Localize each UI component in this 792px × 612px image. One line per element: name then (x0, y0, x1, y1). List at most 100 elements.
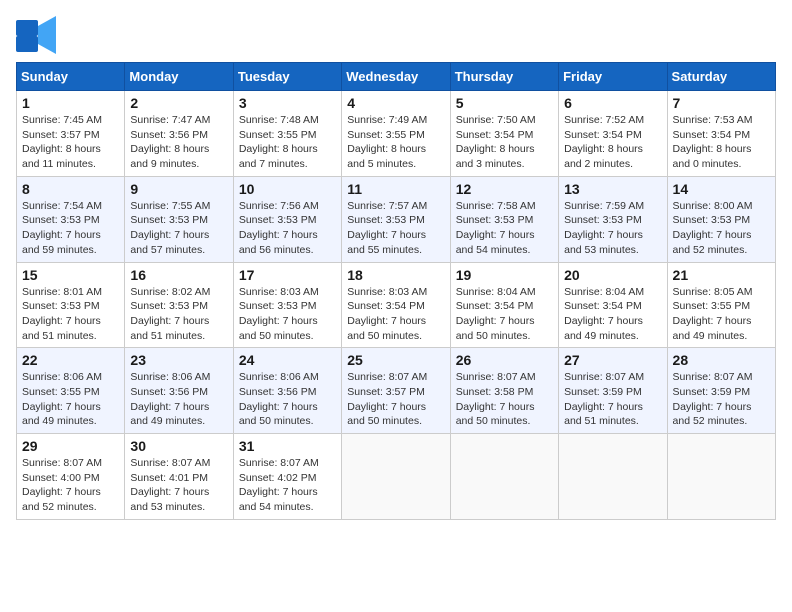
calendar-cell-16: 16 Sunrise: 8:02 AMSunset: 3:53 PMDayligh… (125, 262, 233, 348)
calendar-table: SundayMondayTuesdayWednesdayThursdayFrid… (16, 62, 776, 520)
day-number: 18 (347, 267, 444, 283)
logo (16, 16, 60, 54)
header (16, 16, 776, 54)
weekday-header-tuesday: Tuesday (233, 63, 341, 91)
day-number: 2 (130, 95, 227, 111)
cell-info: Sunrise: 8:07 AMSunset: 3:57 PMDaylight:… (347, 370, 444, 429)
cell-info: Sunrise: 8:07 AMSunset: 4:01 PMDaylight:… (130, 456, 227, 515)
weekday-header-friday: Friday (559, 63, 667, 91)
cell-info: Sunrise: 8:07 AMSunset: 3:59 PMDaylight:… (564, 370, 661, 429)
day-number: 13 (564, 181, 661, 197)
day-number: 29 (22, 438, 119, 454)
calendar-cell-28: 28 Sunrise: 8:07 AMSunset: 3:59 PMDayligh… (667, 348, 775, 434)
cell-info: Sunrise: 8:04 AMSunset: 3:54 PMDaylight:… (456, 285, 553, 344)
cell-info: Sunrise: 7:50 AMSunset: 3:54 PMDaylight:… (456, 113, 553, 172)
calendar-cell-3: 3 Sunrise: 7:48 AMSunset: 3:55 PMDaylight… (233, 91, 341, 177)
weekday-header-monday: Monday (125, 63, 233, 91)
empty-cell (667, 434, 775, 520)
cell-info: Sunrise: 8:07 AMSunset: 3:58 PMDaylight:… (456, 370, 553, 429)
calendar-cell-27: 27 Sunrise: 8:07 AMSunset: 3:59 PMDayligh… (559, 348, 667, 434)
calendar-cell-4: 4Sunrise: 7:49 AMSunset: 3:55 PMDaylight… (342, 91, 450, 177)
cell-info: Sunrise: 8:00 AMSunset: 3:53 PMDaylight:… (673, 199, 770, 258)
cell-info: Sunrise: 7:48 AMSunset: 3:55 PMDaylight:… (239, 113, 336, 172)
cell-info: Sunrise: 8:05 AMSunset: 3:55 PMDaylight:… (673, 285, 770, 344)
day-number: 5 (456, 95, 553, 111)
cell-info: Sunrise: 8:06 AMSunset: 3:55 PMDaylight:… (22, 370, 119, 429)
calendar-cell-19: 19 Sunrise: 8:04 AMSunset: 3:54 PMDayligh… (450, 262, 558, 348)
day-number: 7 (673, 95, 770, 111)
calendar-cell-8: 8 Sunrise: 7:54 AMSunset: 3:53 PMDaylight… (17, 176, 125, 262)
day-number: 15 (22, 267, 119, 283)
calendar-cell-24: 24 Sunrise: 8:06 AMSunset: 3:56 PMDayligh… (233, 348, 341, 434)
calendar-cell-25: 25 Sunrise: 8:07 AMSunset: 3:57 PMDayligh… (342, 348, 450, 434)
day-number: 26 (456, 352, 553, 368)
cell-info: Sunrise: 7:52 AMSunset: 3:54 PMDaylight:… (564, 113, 661, 172)
cell-info: Sunrise: 8:02 AMSunset: 3:53 PMDaylight:… (130, 285, 227, 344)
day-number: 12 (456, 181, 553, 197)
cell-info: Sunrise: 7:54 AMSunset: 3:53 PMDaylight:… (22, 199, 119, 258)
empty-cell (342, 434, 450, 520)
day-number: 9 (130, 181, 227, 197)
day-number: 25 (347, 352, 444, 368)
day-number: 19 (456, 267, 553, 283)
empty-cell (559, 434, 667, 520)
calendar-cell-6: 6 Sunrise: 7:52 AMSunset: 3:54 PMDaylight… (559, 91, 667, 177)
cell-info: Sunrise: 8:03 AMSunset: 3:53 PMDaylight:… (239, 285, 336, 344)
day-number: 16 (130, 267, 227, 283)
day-number: 21 (673, 267, 770, 283)
day-number: 8 (22, 181, 119, 197)
day-number: 4 (347, 95, 444, 111)
calendar-cell-7: 7 Sunrise: 7:53 AMSunset: 3:54 PMDaylight… (667, 91, 775, 177)
weekday-header-sunday: Sunday (17, 63, 125, 91)
calendar-cell-13: 13 Sunrise: 7:59 AMSunset: 3:53 PMDayligh… (559, 176, 667, 262)
weekday-header-saturday: Saturday (667, 63, 775, 91)
day-number: 6 (564, 95, 661, 111)
day-number: 10 (239, 181, 336, 197)
calendar-cell-23: 23 Sunrise: 8:06 AMSunset: 3:56 PMDayligh… (125, 348, 233, 434)
calendar-cell-18: 18 Sunrise: 8:03 AMSunset: 3:54 PMDayligh… (342, 262, 450, 348)
cell-info: Sunrise: 8:03 AMSunset: 3:54 PMDaylight:… (347, 285, 444, 344)
day-number: 1 (22, 95, 119, 111)
cell-info: Sunrise: 7:58 AMSunset: 3:53 PMDaylight:… (456, 199, 553, 258)
cell-info: Sunrise: 7:47 AMSunset: 3:56 PMDaylight:… (130, 113, 227, 172)
cell-info: Sunrise: 8:06 AMSunset: 3:56 PMDaylight:… (130, 370, 227, 429)
weekday-header-thursday: Thursday (450, 63, 558, 91)
calendar-cell-14: 14 Sunrise: 8:00 AMSunset: 3:53 PMDayligh… (667, 176, 775, 262)
cell-info: Sunrise: 8:06 AMSunset: 3:56 PMDaylight:… (239, 370, 336, 429)
calendar-cell-21: 21 Sunrise: 8:05 AMSunset: 3:55 PMDayligh… (667, 262, 775, 348)
day-number: 28 (673, 352, 770, 368)
day-number: 14 (673, 181, 770, 197)
cell-info: Sunrise: 7:57 AMSunset: 3:53 PMDaylight:… (347, 199, 444, 258)
calendar-cell-22: 22 Sunrise: 8:06 AMSunset: 3:55 PMDayligh… (17, 348, 125, 434)
day-number: 20 (564, 267, 661, 283)
calendar-cell-29: 29 Sunrise: 8:07 AMSunset: 4:00 PMDayligh… (17, 434, 125, 520)
cell-info: Sunrise: 7:56 AMSunset: 3:53 PMDaylight:… (239, 199, 336, 258)
empty-cell (450, 434, 558, 520)
day-number: 30 (130, 438, 227, 454)
day-number: 3 (239, 95, 336, 111)
weekday-header-wednesday: Wednesday (342, 63, 450, 91)
calendar-cell-12: 12 Sunrise: 7:58 AMSunset: 3:53 PMDayligh… (450, 176, 558, 262)
day-number: 27 (564, 352, 661, 368)
cell-info: Sunrise: 8:01 AMSunset: 3:53 PMDaylight:… (22, 285, 119, 344)
calendar-cell-5: 5 Sunrise: 7:50 AMSunset: 3:54 PMDaylight… (450, 91, 558, 177)
cell-info: Sunrise: 7:59 AMSunset: 3:53 PMDaylight:… (564, 199, 661, 258)
day-number: 24 (239, 352, 336, 368)
cell-info: Sunrise: 8:07 AMSunset: 3:59 PMDaylight:… (673, 370, 770, 429)
calendar-cell-26: 26 Sunrise: 8:07 AMSunset: 3:58 PMDayligh… (450, 348, 558, 434)
cell-info: Sunrise: 7:53 AMSunset: 3:54 PMDaylight:… (673, 113, 770, 172)
calendar-cell-11: 11 Sunrise: 7:57 AMSunset: 3:53 PMDayligh… (342, 176, 450, 262)
cell-info: Sunrise: 7:45 AMSunset: 3:57 PMDaylight:… (22, 113, 119, 172)
calendar-cell-10: 10 Sunrise: 7:56 AMSunset: 3:53 PMDayligh… (233, 176, 341, 262)
cell-info: Sunrise: 8:07 AMSunset: 4:00 PMDaylight:… (22, 456, 119, 515)
calendar-cell-31: 31 Sunrise: 8:07 AMSunset: 4:02 PMDayligh… (233, 434, 341, 520)
cell-info: Sunrise: 8:07 AMSunset: 4:02 PMDaylight:… (239, 456, 336, 515)
calendar-cell-9: 9Sunrise: 7:55 AMSunset: 3:53 PMDaylight… (125, 176, 233, 262)
calendar-cell-1: 1 Sunrise: 7:45 AMSunset: 3:57 PMDaylight… (17, 91, 125, 177)
calendar-cell-2: 2 Sunrise: 7:47 AMSunset: 3:56 PMDaylight… (125, 91, 233, 177)
day-number: 31 (239, 438, 336, 454)
day-number: 17 (239, 267, 336, 283)
day-number: 22 (22, 352, 119, 368)
day-number: 23 (130, 352, 227, 368)
day-number: 11 (347, 181, 444, 197)
